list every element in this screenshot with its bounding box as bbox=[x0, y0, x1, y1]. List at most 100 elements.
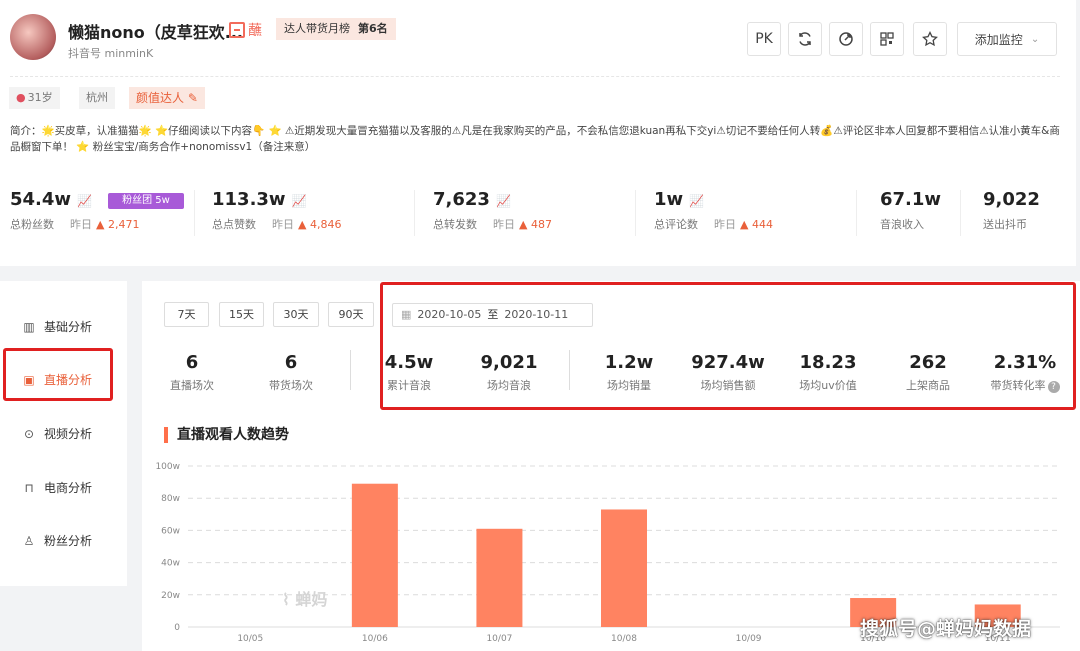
chanmama-logo-icon: ⌇ bbox=[282, 590, 290, 609]
category-label: 颜值达人 bbox=[136, 91, 185, 105]
yesterday-label: 昨日 bbox=[272, 218, 294, 231]
trend-icon[interactable]: 📈 bbox=[77, 194, 92, 208]
chart-watermark: ⌇ 蝉妈 bbox=[282, 586, 327, 610]
star-icon bbox=[922, 31, 938, 47]
stat-label: 音浪收入 bbox=[880, 218, 924, 231]
pk-button[interactable]: PK bbox=[747, 22, 781, 56]
sohu-watermark: 搜狐号@蝉妈妈数据 bbox=[860, 618, 1032, 640]
stat-shares: 7,623 📈 总转发数 昨日 ▲ 487 bbox=[433, 189, 552, 232]
edit-icon[interactable]: ✎ bbox=[188, 91, 198, 105]
stat-label: 总粉丝数 bbox=[10, 218, 54, 231]
yesterday-label: 昨日 bbox=[493, 218, 515, 231]
metric-value: 6 bbox=[185, 352, 199, 373]
sidebar-item-basic[interactable]: ▥ 基础分析 bbox=[22, 318, 92, 335]
yesterday-label: 昨日 bbox=[714, 218, 736, 231]
qrcode-button[interactable] bbox=[870, 22, 904, 56]
x-tick-label: 10/09 bbox=[736, 634, 762, 644]
range-30d-button[interactable]: 30天 bbox=[273, 302, 319, 327]
fan-club-badge[interactable]: 粉丝团 5w bbox=[108, 193, 184, 209]
stat-divider bbox=[414, 190, 415, 236]
avatar[interactable] bbox=[10, 14, 56, 60]
sidebar-label: 粉丝分析 bbox=[44, 534, 93, 548]
chart-title: 直播观看人数趋势 bbox=[164, 427, 289, 443]
x-tick-label: 10/06 bbox=[362, 634, 388, 644]
person-icon: ● bbox=[16, 91, 26, 104]
bar bbox=[601, 509, 647, 627]
share-button[interactable] bbox=[829, 22, 863, 56]
bar-chart-icon: ▥ bbox=[23, 319, 35, 334]
refresh-button[interactable] bbox=[788, 22, 822, 56]
x-tick-label: 10/08 bbox=[611, 634, 637, 644]
range-7d-button[interactable]: 7天 bbox=[164, 302, 209, 327]
stat-divider bbox=[856, 190, 857, 236]
qrcode-icon bbox=[880, 32, 894, 46]
y-tick-label: 0 bbox=[174, 623, 180, 633]
bio: 简介：🌟买皮草，认准猫猫🌟 ⭐仔细阅读以下内容👇 ⭐ ⚠近期发现大量冒充猫猫以及… bbox=[10, 125, 1060, 153]
user-icon: ♙ bbox=[23, 533, 35, 548]
category-tag[interactable]: 颜值达人 ✎ bbox=[129, 87, 205, 109]
sidebar-label: 电商分析 bbox=[44, 481, 93, 495]
add-monitor-button[interactable]: 添加监控 ⌄ bbox=[957, 22, 1057, 56]
sidebar-item-fans[interactable]: ♙ 粉丝分析 bbox=[22, 532, 92, 549]
share-icon bbox=[839, 32, 853, 46]
stat-divider bbox=[960, 190, 961, 236]
age-label: 31岁 bbox=[27, 91, 53, 104]
profile-name: 懒猫nono（皮草狂欢... bbox=[68, 23, 244, 42]
favorite-button[interactable] bbox=[913, 22, 947, 56]
stat-value: 113.3w bbox=[212, 189, 286, 210]
stat-value: 7,623 bbox=[433, 189, 490, 210]
stat-label: 送出抖币 bbox=[983, 218, 1027, 231]
divider bbox=[10, 76, 1060, 77]
stat-value: 54.4w bbox=[10, 189, 72, 210]
metric-value: 6 bbox=[284, 352, 298, 373]
stat-value: 67.1w bbox=[880, 189, 942, 210]
profile-card: 懒猫nono（皮草狂欢... 蘸 达人带货月榜 第6名 抖音号 minminK P… bbox=[0, 0, 1076, 266]
trend-icon[interactable]: 📈 bbox=[689, 194, 704, 208]
stat-comments: 1w 📈 总评论数 昨日 ▲ 444 bbox=[654, 189, 773, 232]
store-icon[interactable]: 蘸 bbox=[248, 20, 262, 40]
trend-icon[interactable]: 📈 bbox=[292, 194, 307, 208]
stat-coins: 9,022 送出抖币 bbox=[983, 189, 1040, 232]
range-90d-button[interactable]: 90天 bbox=[328, 302, 374, 327]
stat-divider bbox=[635, 190, 636, 236]
stat-delta: ▲ 2,471 bbox=[96, 218, 140, 231]
city-tag: 杭州 bbox=[79, 87, 115, 109]
rank-tag[interactable]: 达人带货月榜 第6名 bbox=[276, 18, 396, 40]
stat-income: 67.1w 音浪收入 bbox=[880, 189, 941, 232]
sidebar-item-video[interactable]: ⊙ 视频分析 bbox=[22, 425, 92, 442]
play-circle-icon: ⊙ bbox=[23, 426, 35, 441]
stat-delta: ▲ 487 bbox=[519, 218, 552, 231]
add-monitor-label: 添加监控 bbox=[974, 32, 1023, 47]
metric-live-count: 6 直播场次 bbox=[164, 352, 220, 393]
bar bbox=[351, 483, 398, 627]
metric-label: 直播场次 bbox=[170, 379, 214, 392]
x-tick-label: 10/05 bbox=[237, 634, 263, 644]
y-tick-label: 100w bbox=[155, 462, 180, 472]
stat-value: 9,022 bbox=[983, 189, 1040, 210]
age-tag: ● 31岁 bbox=[9, 87, 60, 109]
stat-label: 总评论数 bbox=[654, 218, 698, 231]
range-15d-button[interactable]: 15天 bbox=[219, 302, 264, 327]
stat-value: 1w bbox=[654, 189, 684, 210]
annotation-highlight-sidebar bbox=[3, 348, 113, 401]
stat-delta: ▲ 4,846 bbox=[298, 218, 342, 231]
sidebar-item-ecommerce[interactable]: ⊓ 电商分析 bbox=[22, 479, 92, 496]
trend-icon[interactable]: 📈 bbox=[496, 194, 511, 208]
y-tick-label: 80w bbox=[161, 494, 180, 504]
sidebar-label: 视频分析 bbox=[44, 427, 93, 441]
rank-value: 第6名 bbox=[358, 22, 388, 35]
stat-label: 总转发数 bbox=[433, 218, 477, 231]
bar bbox=[476, 528, 523, 627]
douyin-id: 抖音号 minminK bbox=[68, 47, 154, 60]
yesterday-label: 昨日 bbox=[70, 218, 92, 231]
stat-likes: 113.3w 📈 总点赞数 昨日 ▲ 4,846 bbox=[212, 189, 341, 232]
live-icon[interactable] bbox=[229, 22, 245, 38]
x-tick-label: 10/07 bbox=[486, 634, 512, 644]
y-tick-label: 20w bbox=[161, 591, 180, 601]
chart-watermark-text: 蝉妈 bbox=[295, 590, 328, 609]
y-tick-label: 60w bbox=[161, 526, 180, 536]
metric-sales-live-count: 6 带货场次 bbox=[262, 352, 320, 393]
stat-divider bbox=[194, 190, 195, 236]
chevron-down-icon: ⌄ bbox=[1030, 33, 1040, 45]
rank-label: 达人带货月榜 bbox=[284, 22, 350, 35]
